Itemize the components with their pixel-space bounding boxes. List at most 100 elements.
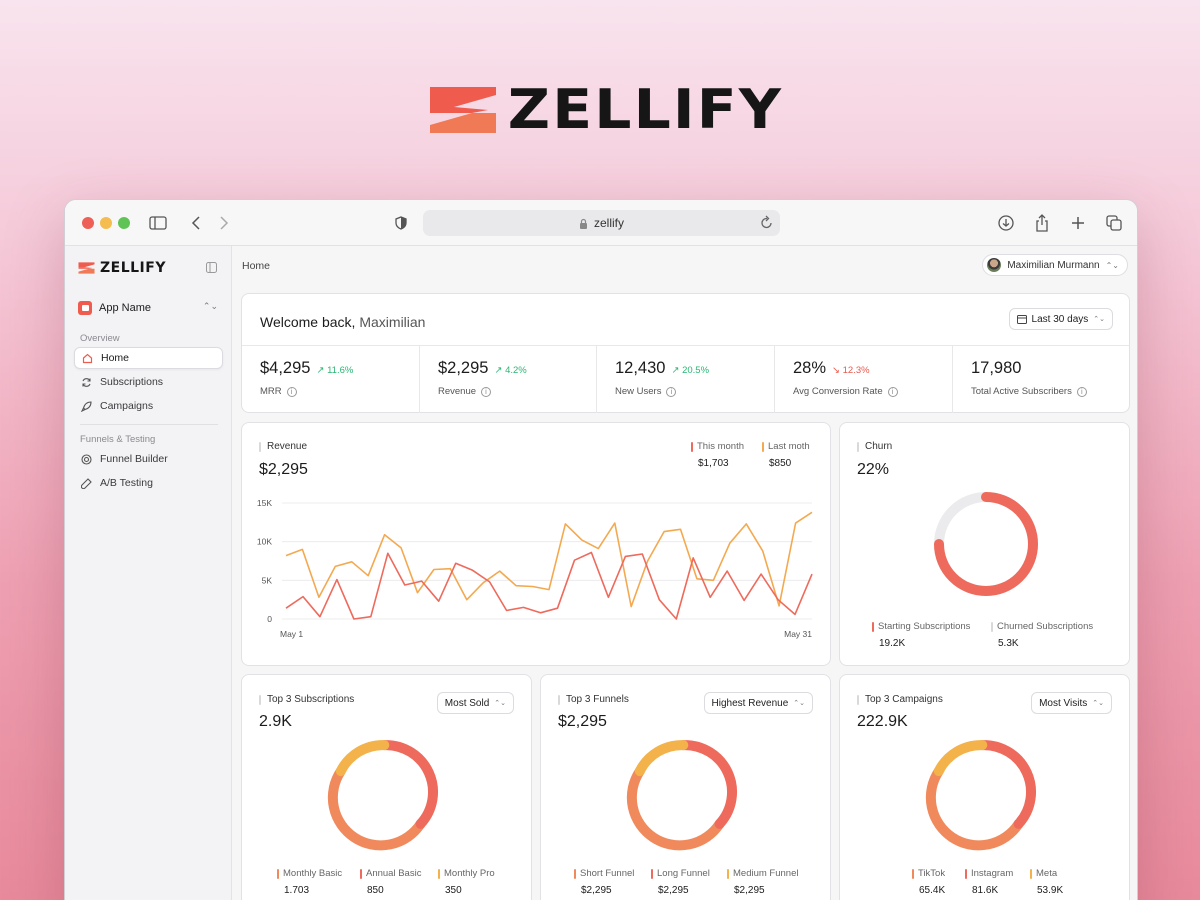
info-icon[interactable]: i bbox=[1076, 386, 1087, 397]
tabs-overview-icon[interactable] bbox=[1104, 213, 1124, 233]
stat-value: 28% bbox=[793, 359, 827, 377]
info-icon[interactable]: i bbox=[481, 386, 492, 397]
url-text: zellify bbox=[593, 216, 624, 230]
donut-chart[interactable] bbox=[541, 675, 832, 900]
stat-mrr[interactable]: $4,295 ↗ 11.6% MRR i bbox=[242, 346, 420, 413]
top-campaigns-card: Top 3 Campaigns 222.9K Most Visits ⌃⌄ Tik… bbox=[839, 674, 1130, 900]
stat-label: Revenue i bbox=[438, 386, 596, 397]
address-bar[interactable]: zellify bbox=[423, 210, 780, 236]
welcome-name: Maximilian bbox=[359, 314, 426, 330]
close-window-button[interactable] bbox=[82, 217, 94, 229]
zellify-logo-icon bbox=[429, 86, 496, 133]
sidebar-icon[interactable] bbox=[148, 213, 168, 233]
welcome-heading: Welcome back, Maximilian bbox=[260, 314, 425, 330]
collapse-sidebar-icon[interactable] bbox=[206, 262, 217, 273]
legend-item: Short Funnel $2,295 bbox=[574, 868, 634, 896]
y-tick-label: 0 bbox=[267, 614, 272, 624]
donut-chart[interactable] bbox=[840, 675, 1131, 900]
stats-row: $4,295 ↗ 11.6% MRR i $2,295 ↗ 4.2% Revenue i 1… bbox=[242, 345, 1129, 413]
date-range-select[interactable]: Last 30 days ⌃⌄ bbox=[1008, 308, 1113, 330]
info-icon[interactable]: i bbox=[887, 386, 898, 397]
donut-segment-orange bbox=[327, 766, 426, 851]
donut-segment-red bbox=[379, 740, 438, 829]
browser-window: zellify ZELLIFY App Name ⌃⌄ Overview Hom… bbox=[64, 199, 1138, 900]
sidebar-item-ab-testing[interactable]: A/B Testing bbox=[74, 472, 223, 494]
section-funnels: Funnels & Testing bbox=[80, 434, 156, 445]
brand-header: ZELLIFY bbox=[0, 78, 1200, 141]
top-subscriptions-card: Top 3 Subscriptions 2.9K Most Sold ⌃⌄ Mon… bbox=[241, 674, 532, 900]
chevron-updown-icon: ⌃⌄ bbox=[1093, 316, 1105, 323]
zoom-window-button[interactable] bbox=[118, 217, 130, 229]
y-tick-label: 15K bbox=[257, 498, 272, 508]
sidebar-item-funnel-builder[interactable]: Funnel Builder bbox=[74, 448, 223, 470]
share-icon[interactable] bbox=[1032, 213, 1052, 233]
date-range-label: Last 30 days bbox=[1031, 313, 1089, 325]
series-line-last-moth[interactable] bbox=[285, 511, 813, 608]
chevron-updown-icon: ⌃⌄ bbox=[1105, 260, 1119, 270]
sidebar-item-subscriptions[interactable]: Subscriptions bbox=[74, 371, 223, 393]
revenue-line-chart[interactable]: 15K 10K 5K 0 May 1 May 31 bbox=[242, 423, 832, 667]
app-icon bbox=[78, 301, 92, 315]
y-tick-label: 5K bbox=[262, 575, 273, 585]
stat-revenue[interactable]: $2,295 ↗ 4.2% Revenue i bbox=[420, 346, 597, 413]
sidebar-logo[interactable]: ZELLIFY bbox=[78, 260, 166, 276]
stat-value: 17,980 bbox=[971, 359, 1022, 377]
donut-segment-orange bbox=[626, 766, 725, 851]
refresh-icon bbox=[82, 377, 91, 387]
flask-icon bbox=[81, 477, 92, 489]
lock-icon bbox=[579, 218, 587, 229]
y-tick-label: 10K bbox=[257, 537, 272, 547]
stat-label: Avg Conversion Rate i bbox=[793, 386, 952, 397]
rocket-icon bbox=[81, 400, 92, 412]
sidebar: ZELLIFY App Name ⌃⌄ Overview Home Subscr… bbox=[65, 246, 232, 900]
stat-active-subscribers[interactable]: 17,980 Total Active Subscribers i bbox=[953, 346, 1129, 413]
back-icon[interactable] bbox=[186, 213, 206, 233]
stat-label: New Users i bbox=[615, 386, 774, 397]
legend-churned: Churned Subscriptions 5.3K bbox=[991, 621, 1093, 649]
shield-icon[interactable] bbox=[391, 213, 411, 233]
donut-segment-orange bbox=[925, 766, 1024, 851]
top-funnels-card: Top 3 Funnels $2,295 Highest Revenue ⌃⌄ S… bbox=[540, 674, 831, 900]
overview-card: Welcome back, Maximilian Last 30 days ⌃⌄… bbox=[241, 293, 1130, 413]
sidebar-item-home[interactable]: Home bbox=[74, 347, 223, 369]
sidebar-item-label: Home bbox=[101, 352, 130, 364]
donut-chart[interactable] bbox=[242, 675, 533, 900]
info-icon[interactable]: i bbox=[666, 386, 677, 397]
info-icon[interactable]: i bbox=[286, 386, 297, 397]
target-icon bbox=[81, 453, 92, 465]
breadcrumb[interactable]: Home bbox=[242, 260, 270, 272]
stat-delta: ↘ 12.3% bbox=[832, 365, 870, 376]
sidebar-item-label: Funnel Builder bbox=[100, 453, 168, 465]
app-selector[interactable]: App Name ⌃⌄ bbox=[78, 298, 218, 318]
forward-icon[interactable] bbox=[214, 213, 234, 233]
brand-wordmark: ZELLIFY bbox=[507, 78, 783, 141]
donut-segment-yellow bbox=[335, 740, 390, 777]
minimize-window-button[interactable] bbox=[100, 217, 112, 229]
legend-item: Long Funnel $2,295 bbox=[651, 868, 710, 896]
donut-segment-yellow bbox=[933, 740, 988, 777]
download-icon[interactable] bbox=[996, 213, 1016, 233]
stat-conversion[interactable]: 28% ↘ 12.3% Avg Conversion Rate i bbox=[775, 346, 953, 413]
stat-delta: ↗ 20.5% bbox=[671, 365, 710, 376]
reload-icon[interactable] bbox=[760, 214, 774, 230]
churn-card: Churn 22% Starting Subscriptions 19.2K Ch… bbox=[839, 422, 1130, 666]
sidebar-item-campaigns[interactable]: Campaigns bbox=[74, 395, 223, 417]
stat-value: $4,295 bbox=[260, 359, 311, 377]
stat-label: MRR i bbox=[260, 386, 419, 397]
donut-segment-red bbox=[977, 740, 1036, 829]
series-line-this-month[interactable] bbox=[285, 551, 813, 620]
user-menu[interactable]: Maximilian Murmann ⌃⌄ bbox=[982, 254, 1128, 276]
sidebar-item-label: A/B Testing bbox=[100, 477, 153, 489]
sidebar-item-label: Campaigns bbox=[100, 400, 154, 412]
donut-segment-red bbox=[678, 740, 737, 829]
legend-item: Meta 53.9K bbox=[1030, 868, 1063, 896]
legend-item: Monthly Basic 1.703 bbox=[277, 868, 342, 896]
donut-segment-yellow bbox=[634, 740, 689, 777]
sidebar-logo-text: ZELLIFY bbox=[100, 260, 166, 276]
legend-item: Annual Basic 850 bbox=[360, 868, 421, 896]
app-name: App Name bbox=[99, 302, 151, 314]
user-name: Maximilian Murmann bbox=[1007, 259, 1100, 271]
new-tab-icon[interactable] bbox=[1068, 213, 1088, 233]
stat-new-users[interactable]: 12,430 ↗ 20.5% New Users i bbox=[597, 346, 775, 413]
section-overview: Overview bbox=[80, 333, 120, 344]
